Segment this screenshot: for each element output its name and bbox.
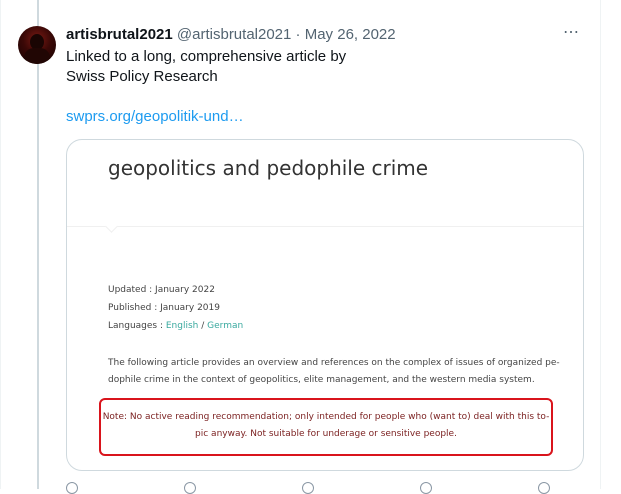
tweet-text: Linked to a long, comprehensive article … xyxy=(66,47,346,87)
card-note-line: Note: No active reading recommendation; … xyxy=(102,412,550,422)
languages-label: Languages : xyxy=(108,321,163,331)
timeline-border-left xyxy=(0,0,1,489)
card-note-box: Note: No active reading recommendation; … xyxy=(99,398,553,456)
share-icon[interactable] xyxy=(538,482,550,494)
tweet-action-bar xyxy=(66,482,586,494)
card-intro: The following article provides an overvi… xyxy=(108,355,560,389)
card-divider xyxy=(67,226,583,227)
card-intro-line: The following article provides an overvi… xyxy=(108,358,560,368)
header-separator: · xyxy=(295,26,301,43)
language-link-english[interactable]: English xyxy=(166,321,199,331)
retweet-icon[interactable] xyxy=(184,482,196,494)
avatar[interactable] xyxy=(18,26,56,64)
user-handle[interactable]: @artisbrutal2021 xyxy=(177,26,291,43)
more-options-icon[interactable]: ⋯ xyxy=(563,25,585,45)
like-icon[interactable] xyxy=(302,482,314,494)
thread-connector-line xyxy=(37,0,39,489)
tweet-date[interactable]: May 26, 2022 xyxy=(305,26,396,43)
views-icon[interactable] xyxy=(420,482,432,494)
link-preview-card[interactable]: geopolitics and pedophile crime Updated … xyxy=(66,139,584,471)
reply-icon[interactable] xyxy=(66,482,78,494)
display-name[interactable]: artisbrutal2021 xyxy=(66,26,173,43)
avatar-silhouette-body xyxy=(24,48,50,64)
timeline-border-right xyxy=(600,0,601,489)
language-link-german[interactable]: German xyxy=(207,321,243,331)
tweet-text-line: Swiss Policy Research xyxy=(66,68,218,85)
tweet-text-line: Linked to a long, comprehensive article … xyxy=(66,48,347,65)
card-title: geopolitics and pedophile crime xyxy=(108,156,429,180)
card-intro-line: dophile crime in the context of geopolit… xyxy=(108,375,535,385)
card-divider-caret xyxy=(105,220,118,233)
card-note-line: pic anyway. Not suitable for underage or… xyxy=(195,429,457,439)
card-published: Published : January 2019 xyxy=(108,303,220,313)
card-updated: Updated : January 2022 xyxy=(108,285,215,295)
card-languages: Languages : English / German xyxy=(108,321,243,331)
languages-separator: / xyxy=(201,321,205,331)
tweet-link[interactable]: swprs.org/geopolitik-und… xyxy=(66,107,244,127)
tweet-header: artisbrutal2021 @artisbrutal2021 · May 2… xyxy=(66,26,396,44)
